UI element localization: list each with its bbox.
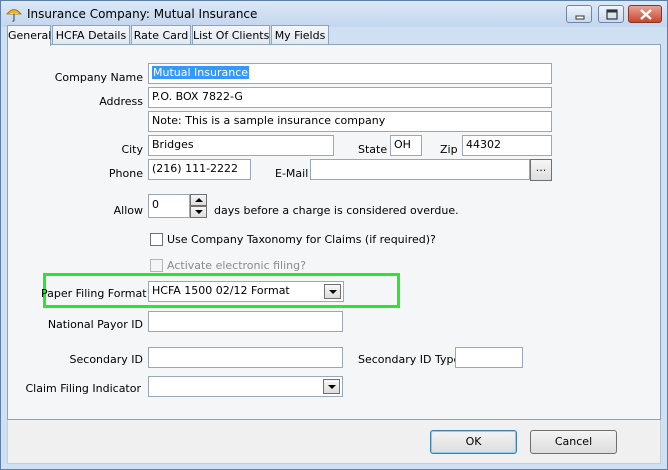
state-label: State (358, 143, 388, 156)
cancel-button[interactable]: Cancel (530, 430, 617, 454)
address-line1-field[interactable]: P.O. BOX 7822-G (148, 87, 552, 108)
zip-label: Zip (440, 143, 458, 156)
chevron-down-icon[interactable] (323, 379, 340, 394)
minimize-button[interactable] (566, 5, 592, 23)
close-button[interactable] (628, 5, 662, 23)
allow-days-spinner[interactable] (190, 194, 207, 218)
tab-my-fields[interactable]: My Fields (271, 25, 329, 45)
national-payor-label: National Payor ID (47, 318, 143, 331)
claim-filing-label: Claim Filing Indicator (25, 382, 142, 395)
allow-days-suffix: days before a charge is considered overd… (214, 204, 459, 217)
spinner-up-icon[interactable] (190, 194, 207, 206)
phone-label: Phone (108, 167, 143, 180)
taxonomy-label: Use Company Taxonomy for Claims (if requ… (167, 233, 436, 246)
company-name-label: Company Name (54, 71, 143, 84)
electronic-filing-label: Activate electronic filing? (167, 259, 306, 272)
tab-hcfa-details[interactable]: HCFA Details (52, 25, 130, 45)
electronic-filing-checkbox[interactable] (150, 259, 163, 272)
phone-field[interactable]: (216) 111-2222 (148, 159, 251, 180)
tab-rate-card[interactable]: Rate Card (131, 25, 191, 45)
restore-icon (606, 9, 618, 20)
email-browse-button[interactable]: ... (530, 159, 552, 181)
tab-list-of-clients[interactable]: List Of Clients (192, 25, 270, 45)
minimize-icon (575, 15, 585, 20)
address-label: Address (99, 95, 143, 108)
paper-format-select[interactable]: HCFA 1500 02/12 Format (148, 281, 344, 302)
secondary-id-label: Secondary ID (69, 353, 143, 366)
allow-label: Allow (113, 204, 143, 217)
tab-general[interactable]: General (7, 25, 51, 46)
email-field[interactable] (310, 159, 530, 180)
national-payor-field[interactable] (148, 311, 343, 332)
city-label: City (121, 143, 143, 156)
insurance-company-window: Insurance Company: Mutual Insurance Gene… (0, 0, 668, 470)
umbrella-icon (6, 6, 22, 22)
company-name-field[interactable]: Mutual Insurance (148, 63, 552, 84)
paper-format-value: HCFA 1500 02/12 Format (152, 284, 290, 297)
claim-filing-select[interactable] (148, 376, 343, 397)
address-line2-field[interactable]: Note: This is a sample insurance company (148, 111, 552, 132)
window-title: Insurance Company: Mutual Insurance (27, 7, 258, 21)
zip-field[interactable]: 44302 (462, 135, 552, 156)
paper-format-label: Paper Filing Format (41, 287, 147, 300)
city-field[interactable]: Bridges (148, 135, 334, 156)
secondary-id-type-field[interactable] (455, 347, 523, 368)
spinner-down-icon[interactable] (190, 206, 207, 218)
company-name-value: Mutual Insurance (152, 66, 250, 79)
state-field[interactable]: OH (390, 135, 422, 156)
taxonomy-checkbox[interactable] (150, 233, 163, 246)
secondary-id-type-label: Secondary ID Type (358, 353, 461, 366)
chevron-down-icon[interactable] (324, 284, 341, 299)
email-label: E-Mail (275, 167, 309, 180)
ok-button[interactable]: OK (430, 430, 517, 454)
allow-days-field[interactable]: 0 (148, 194, 190, 218)
close-icon (640, 9, 652, 20)
restore-button[interactable] (598, 5, 624, 23)
title-bar: Insurance Company: Mutual Insurance (1, 1, 667, 27)
secondary-id-field[interactable] (148, 347, 343, 368)
